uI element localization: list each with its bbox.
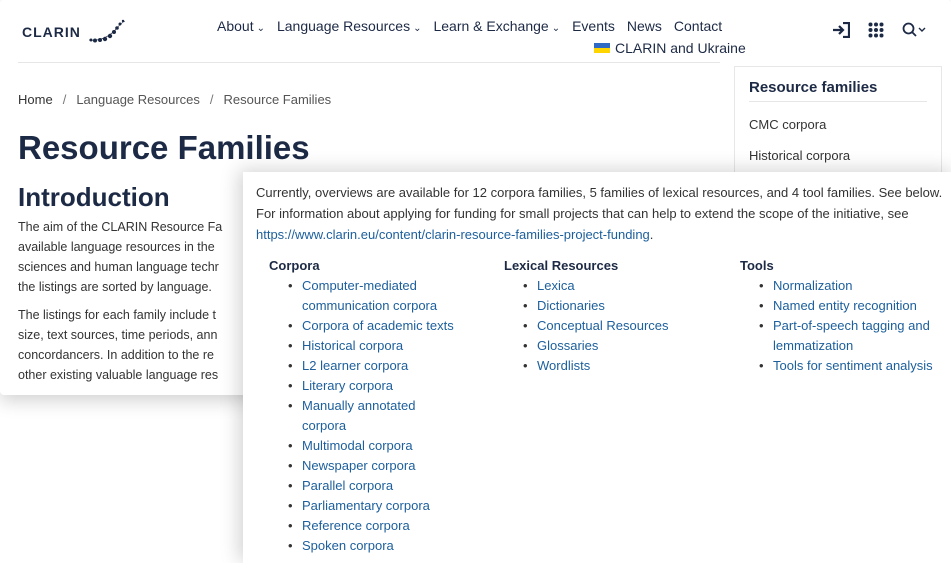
nav-item-label: Language Resources bbox=[276, 18, 411, 34]
intro-paragraph-1: The aim of the CLARIN Resource Fa availa… bbox=[18, 217, 258, 297]
nav-item-learn-exchange[interactable]: Learn & Exchange ⌄ bbox=[433, 18, 560, 34]
chevron-down-icon: ⌄ bbox=[413, 23, 422, 34]
column-lexical-resources: Lexical Resources LexicaDictionariesConce… bbox=[504, 258, 724, 376]
breadcrumb-separator: / bbox=[209, 92, 214, 107]
list-item-part-of-speech-tagging-and-lemmatization[interactable]: Part-of-speech tagging and lemmatization bbox=[759, 316, 943, 356]
nav-item-news[interactable]: News bbox=[627, 18, 662, 34]
chevron-down-icon: ⌄ bbox=[256, 23, 265, 34]
ukraine-flag-icon bbox=[594, 43, 610, 53]
list-item-conceptual-resources[interactable]: Conceptual Resources bbox=[523, 316, 724, 336]
nav-item-label: Contact bbox=[673, 18, 723, 34]
top-icons bbox=[832, 21, 926, 41]
nav-item-label: Events bbox=[572, 18, 615, 34]
column-corpora: Corpora Computer-mediated communication c… bbox=[269, 258, 489, 556]
nav-item-label: About bbox=[217, 18, 254, 34]
list-item-literary-corpora[interactable]: Literary corpora bbox=[288, 376, 462, 396]
sidebar-item-cmc-corpora[interactable]: CMC corpora bbox=[749, 117, 826, 132]
list-item-parallel-corpora[interactable]: Parallel corpora bbox=[288, 476, 462, 496]
list-item-computer-mediated-communication-corpora[interactable]: Computer-mediated communication corpora bbox=[288, 276, 462, 316]
list-item-normalization[interactable]: Normalization bbox=[759, 276, 943, 296]
nav-item-events[interactable]: Events bbox=[572, 18, 615, 34]
paragraph-line: The listings for each family include t bbox=[18, 308, 217, 322]
list-item-reference-corpora[interactable]: Reference corpora bbox=[288, 516, 462, 536]
clarin-and-ukraine-link[interactable]: CLARIN and Ukraine bbox=[594, 40, 746, 56]
search-icon[interactable] bbox=[902, 22, 926, 41]
paragraph-line: available language resources in the bbox=[18, 240, 215, 254]
sidebar-title: Resource families bbox=[749, 79, 878, 96]
nav-item-about[interactable]: About ⌄ bbox=[217, 18, 265, 34]
breadcrumb-home[interactable]: Home bbox=[18, 92, 53, 107]
column-heading: Lexical Resources bbox=[504, 258, 619, 273]
list-item-wordlists[interactable]: Wordlists bbox=[523, 356, 724, 376]
breadcrumb-current: Resource Families bbox=[223, 92, 332, 107]
list-item-tools-for-sentiment-analysis[interactable]: Tools for sentiment analysis bbox=[759, 356, 943, 376]
intro-paragraph-2: The listings for each family include t s… bbox=[18, 305, 258, 385]
list-item-historical-corpora[interactable]: Historical corpora bbox=[288, 336, 462, 356]
nav-item-label: News bbox=[626, 18, 662, 34]
resource-overview-panel: Currently, overviews are available for 1… bbox=[243, 172, 951, 563]
list-item-l2-learner-corpora[interactable]: L2 learner corpora bbox=[288, 356, 462, 376]
ukraine-link-label: CLARIN and Ukraine bbox=[615, 40, 746, 56]
sidebar-divider bbox=[749, 101, 927, 102]
sidebar-item-historical-corpora[interactable]: Historical corpora bbox=[749, 148, 850, 163]
paragraph-line: concordancers. In addition to the re bbox=[18, 348, 214, 362]
paragraph-line: the listings are sorted by language. bbox=[18, 280, 212, 294]
logo-text: CLARIN bbox=[22, 24, 81, 40]
column-tools: Tools NormalizationNamed entity recogniti… bbox=[740, 258, 951, 376]
paragraph-line: other existing valuable language res bbox=[18, 368, 219, 382]
resource-list: LexicaDictionariesConceptual ResourcesGl… bbox=[504, 276, 724, 376]
list-item-named-entity-recognition[interactable]: Named entity recognition bbox=[759, 296, 943, 316]
paragraph-line: The aim of the CLARIN Resource Fa bbox=[18, 220, 223, 234]
logo-dots-icon bbox=[88, 19, 126, 43]
column-heading: Corpora bbox=[269, 258, 320, 273]
list-item-dictionaries[interactable]: Dictionaries bbox=[523, 296, 724, 316]
apps-grid-icon[interactable] bbox=[868, 22, 884, 41]
paragraph-line: size, text sources, time periods, ann bbox=[18, 328, 218, 342]
login-icon[interactable] bbox=[832, 21, 851, 41]
breadcrumb-language-resources[interactable]: Language Resources bbox=[76, 92, 200, 107]
resource-list: NormalizationNamed entity recognitionPar… bbox=[740, 276, 951, 376]
list-item-glossaries[interactable]: Glossaries bbox=[523, 336, 724, 356]
section-heading: Introduction bbox=[18, 182, 170, 212]
list-item-parliamentary-corpora[interactable]: Parliamentary corpora bbox=[288, 496, 462, 516]
project-funding-link[interactable]: https://www.clarin.eu/content/clarin-res… bbox=[256, 227, 650, 242]
intro-end: . bbox=[649, 227, 654, 242]
paragraph-line: sciences and human language techr bbox=[18, 260, 219, 274]
breadcrumb-separator: / bbox=[62, 92, 67, 107]
list-item-newspaper-corpora[interactable]: Newspaper corpora bbox=[288, 456, 462, 476]
list-item-multimodal-corpora[interactable]: Multimodal corpora bbox=[288, 436, 462, 456]
intro-text: Currently, overviews are available for 1… bbox=[256, 185, 943, 221]
clarin-logo[interactable]: CLARIN bbox=[22, 18, 127, 46]
chevron-down-icon: ⌄ bbox=[551, 23, 561, 34]
breadcrumb: Home / Language Resources / Resource Familie… bbox=[18, 92, 331, 107]
nav-item-contact[interactable]: Contact bbox=[674, 18, 722, 34]
main-nav: About ⌄ Language Resources ⌄ Learn & Exchang… bbox=[217, 18, 734, 34]
list-item-spoken-corpora[interactable]: Spoken corpora bbox=[288, 536, 462, 556]
page-title: Resource Families bbox=[18, 129, 310, 166]
list-item-manually-annotated-corpora[interactable]: Manually annotated corpora bbox=[288, 396, 462, 436]
nav-item-label: Learn & Exchange bbox=[433, 18, 549, 34]
resource-list: Computer-mediated communication corporaC… bbox=[269, 276, 489, 556]
header-divider bbox=[18, 62, 720, 63]
list-item-lexica[interactable]: Lexica bbox=[523, 276, 724, 296]
nav-item-language-resources[interactable]: Language Resources ⌄ bbox=[277, 18, 422, 34]
list-item-corpora-of-academic-texts[interactable]: Corpora of academic texts bbox=[288, 316, 462, 336]
overview-intro: Currently, overviews are available for 1… bbox=[256, 182, 951, 245]
top-navigation-bar: CLARIN About ⌄ Language Resources ⌄ Learn & … bbox=[0, 0, 951, 62]
column-heading: Tools bbox=[740, 258, 774, 273]
